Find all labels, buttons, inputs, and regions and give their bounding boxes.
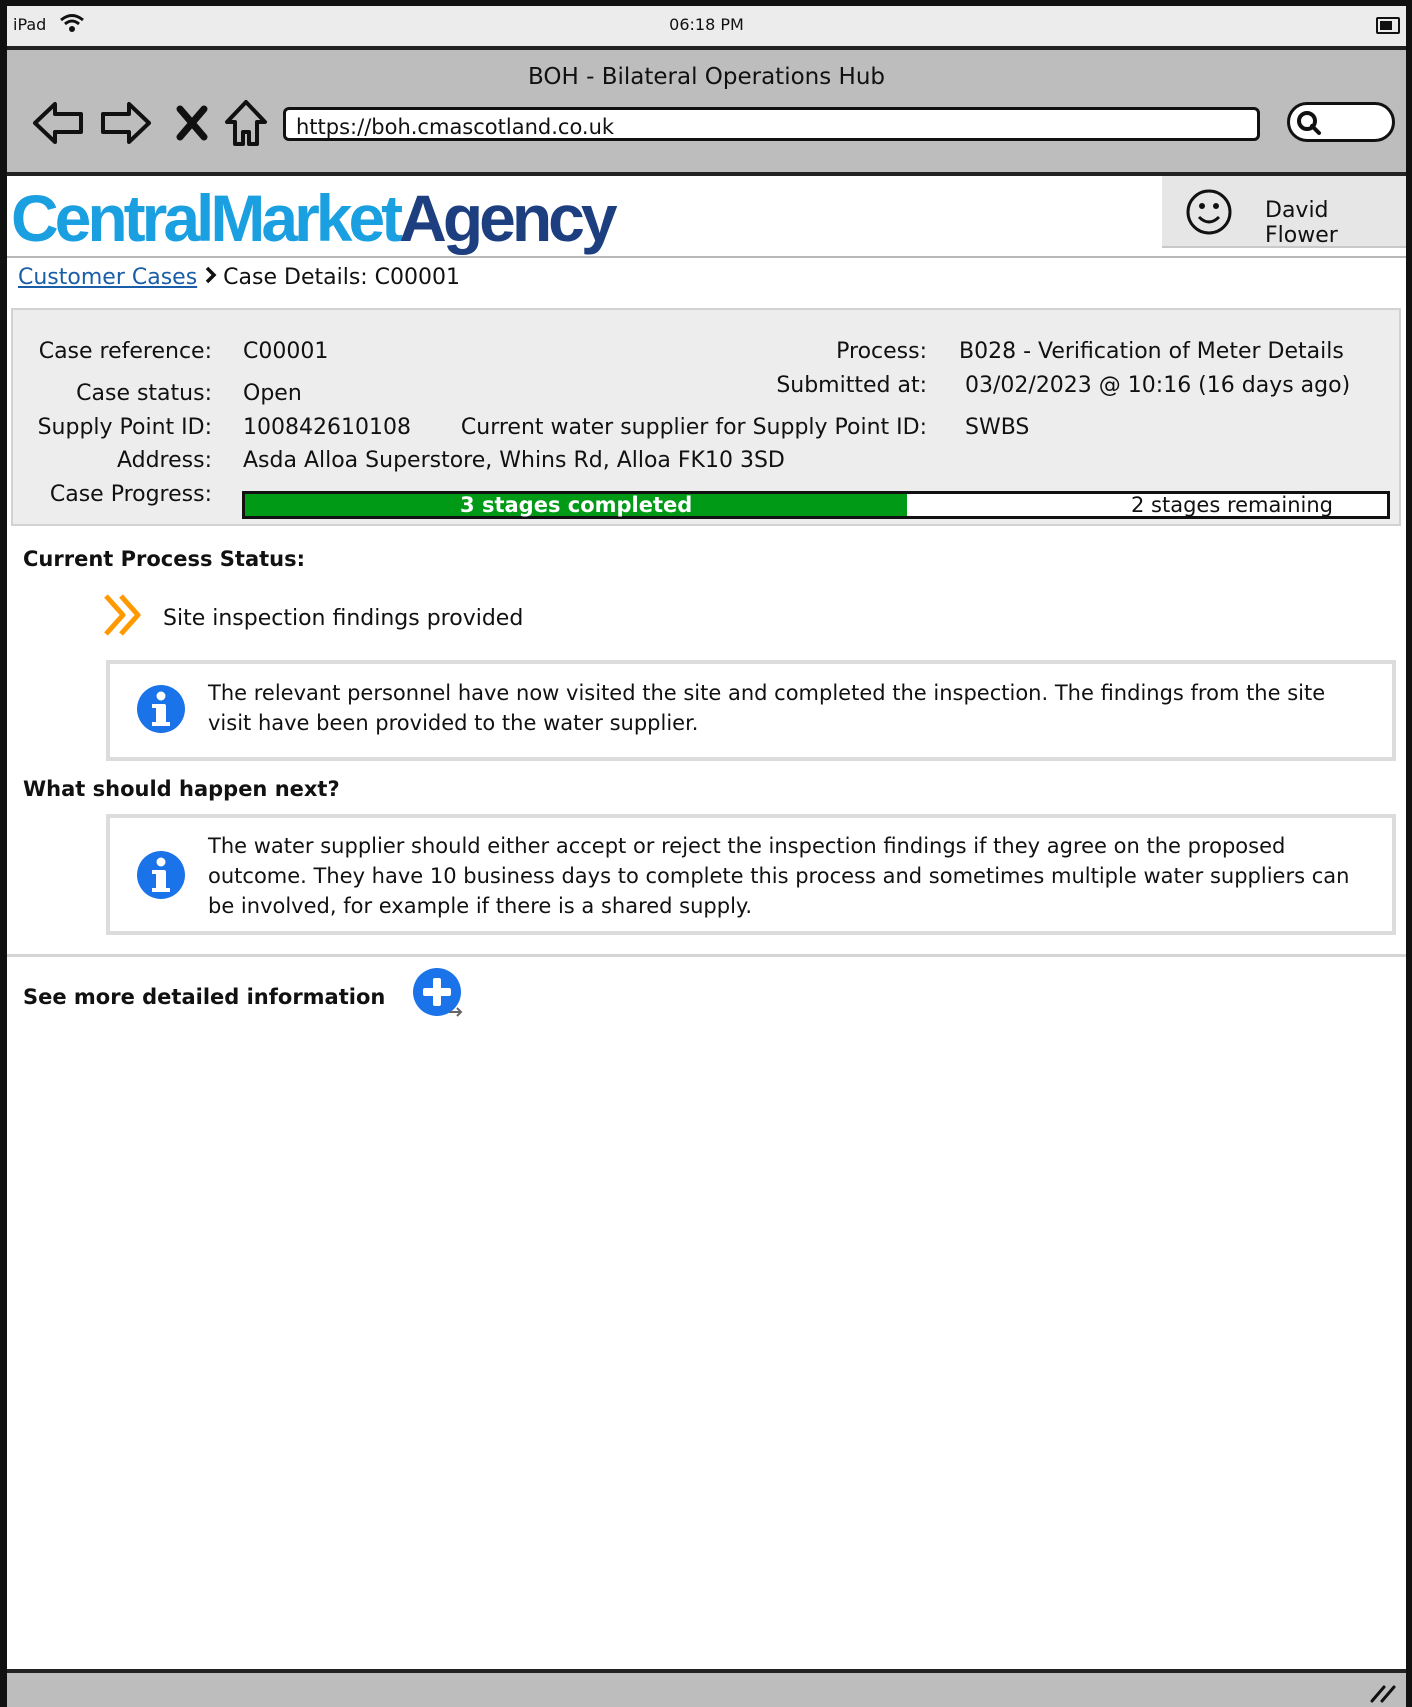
cma-logo[interactable]: CentralMarketAgency (11, 178, 618, 258)
stop-icon[interactable] (163, 94, 221, 152)
breadcrumb-current: Case Details: C00001 (223, 265, 461, 290)
supplier-value: SWBS (965, 415, 1030, 440)
app-header: CentralMarketAgency David Flower (7, 176, 1406, 256)
browser-title: BOH - Bilateral Operations Hub (528, 64, 885, 90)
case-summary-panel: Case reference: C00001 Case status: Open… (11, 308, 1401, 526)
see-more-row: See more detailed information (23, 966, 467, 1027)
address-label: Address: (116, 448, 212, 473)
status-bar: iPad 06:18 PM (7, 6, 1406, 47)
case-status-value: Open (243, 381, 302, 406)
battery-icon (1376, 17, 1400, 34)
case-reference-value: C00001 (243, 339, 329, 364)
current-status-heading: Current Process Status: (23, 547, 306, 571)
current-status: Site inspection findings provided (101, 592, 523, 644)
section-divider (7, 954, 1406, 957)
case-progress-bar: 3 stages completed 2 stages remaining (242, 491, 1390, 519)
browser-toolbar: BOH - Bilateral Operations Hub https://b… (7, 46, 1406, 176)
status-info-text: The relevant personnel have now visited … (208, 681, 1326, 735)
supplier-label: Current water supplier for Supply Point … (460, 415, 927, 440)
process-label: Process: (836, 339, 927, 364)
double-chevron-icon (101, 592, 147, 644)
current-status-text: Site inspection findings provided (163, 605, 524, 631)
next-steps-info-text: The water supplier should either accept … (208, 834, 1350, 918)
next-steps-info-box: The water supplier should either accept … (106, 814, 1396, 935)
back-icon[interactable] (29, 94, 87, 152)
bottom-bar (7, 1669, 1406, 1707)
see-more-label: See more detailed information (23, 984, 386, 1009)
case-progress-label: Case Progress: (49, 482, 212, 507)
address-value: Asda Alloa Superstore, Whins Rd, Alloa F… (243, 448, 785, 473)
progress-remaining: 2 stages remaining (1131, 493, 1333, 517)
case-reference-label: Case reference: (38, 339, 212, 364)
browser-search-field[interactable] (1287, 102, 1395, 142)
supply-point-value: 100842610108 (243, 415, 411, 440)
chevron-right-icon (205, 265, 217, 290)
breadcrumb: Customer Cases Case Details: C00001 (18, 265, 460, 290)
info-icon (136, 850, 186, 908)
ipad-frame: iPad 06:18 PM BOH - Bilateral Operations… (7, 6, 1406, 1707)
header-divider (7, 256, 1406, 258)
supply-point-label: Supply Point ID: (37, 415, 212, 440)
breadcrumb-customer-cases[interactable]: Customer Cases (18, 265, 197, 290)
resize-grip-icon[interactable] (1368, 1681, 1398, 1707)
user-menu[interactable]: David Flower (1162, 176, 1406, 248)
next-steps-heading: What should happen next? (23, 777, 340, 801)
home-icon[interactable] (217, 94, 275, 152)
case-status-label: Case status: (76, 381, 212, 406)
user-avatar-icon (1184, 187, 1234, 241)
progress-completed: 3 stages completed (245, 494, 908, 516)
search-icon (1297, 111, 1321, 135)
forward-icon[interactable] (97, 94, 155, 152)
status-info-box: The relevant personnel have now visited … (106, 660, 1396, 761)
submitted-value: 03/02/2023 @ 10:16 (16 days ago) (965, 373, 1351, 398)
info-icon (136, 684, 186, 742)
process-value: B028 - Verification of Meter Details (959, 339, 1344, 364)
expand-plus-icon[interactable] (411, 966, 467, 1027)
user-name: David Flower (1265, 198, 1338, 248)
clock: 06:18 PM (669, 15, 744, 34)
url-field[interactable]: https://boh.cmascotland.co.uk (283, 107, 1260, 141)
submitted-label: Submitted at: (776, 373, 927, 398)
